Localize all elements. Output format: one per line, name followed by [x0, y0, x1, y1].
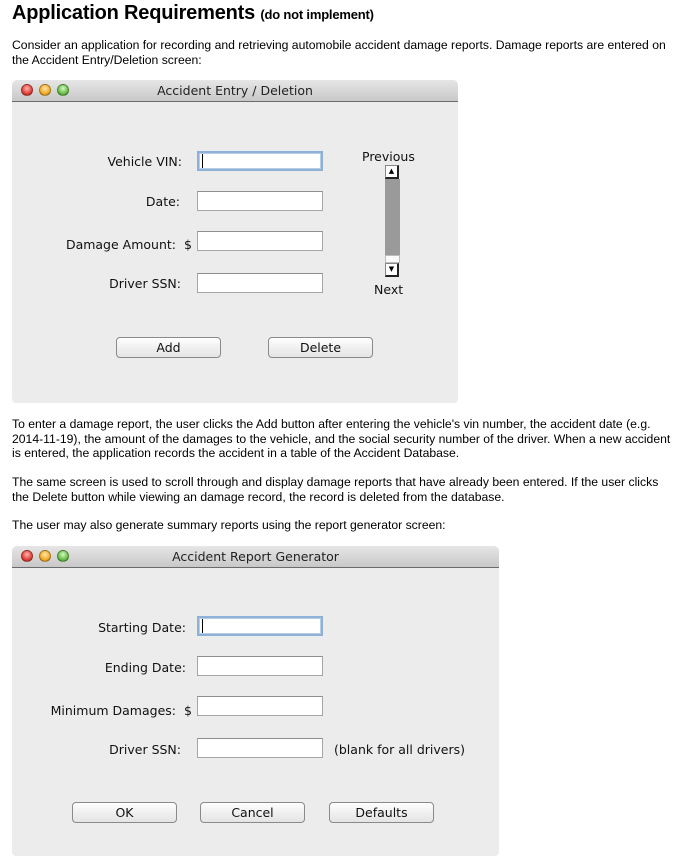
minimum-damages-label: Minimum Damages:: [50, 703, 176, 718]
minimize-icon[interactable]: [39, 550, 51, 562]
scroll-thumb[interactable]: [385, 179, 400, 255]
ending-date-input[interactable]: [197, 656, 323, 676]
delete-button[interactable]: Delete: [268, 337, 373, 358]
scroll-up-arrow-icon[interactable]: ▲: [385, 165, 399, 179]
add-button[interactable]: Add: [116, 337, 221, 358]
delete-description-paragraph: The same screen is used to scroll throug…: [12, 475, 659, 504]
damage-amount-input[interactable]: [197, 231, 323, 251]
driver-ssn-hint: (blank for all drivers): [334, 742, 465, 757]
vin-input[interactable]: [197, 151, 323, 171]
report-driver-ssn-input[interactable]: [197, 738, 323, 758]
damage-amount-label: Damage Amount:: [65, 237, 176, 252]
minimize-icon[interactable]: [39, 84, 51, 96]
cancel-button[interactable]: Cancel: [200, 802, 305, 823]
close-icon[interactable]: [21, 550, 33, 562]
report-driver-ssn-label: Driver SSN:: [109, 742, 181, 757]
text-caret: [202, 619, 203, 633]
record-scrollbar[interactable]: ▲ ▼: [385, 165, 400, 281]
scroll-down-arrow-icon[interactable]: ▼: [385, 263, 399, 277]
window-controls: [21, 84, 69, 96]
starting-date-label: Starting Date:: [98, 620, 186, 635]
entry-window-title: Accident Entry / Deletion: [157, 83, 313, 98]
window-controls: [21, 550, 69, 562]
text-caret: [202, 154, 203, 168]
heading-title: Application Requirements: [12, 2, 256, 24]
report-window-titlebar[interactable]: Accident Report Generator: [12, 546, 499, 568]
scroll-track[interactable]: [385, 255, 400, 263]
ending-date-label: Ending Date:: [104, 660, 186, 675]
ok-button[interactable]: OK: [72, 802, 177, 823]
date-input[interactable]: [197, 191, 323, 211]
report-description-paragraph: The user may also generate summary repor…: [12, 518, 446, 532]
page-heading: Application Requirements (do not impleme…: [12, 2, 374, 25]
intro-paragraph: Consider an application for recording an…: [12, 38, 666, 67]
next-label: Next: [374, 282, 404, 297]
accident-entry-window: Accident Entry / Deletion Vehicle VIN: D…: [12, 80, 458, 403]
add-description-paragraph: To enter a damage report, the user click…: [12, 417, 671, 460]
minimum-damages-input[interactable]: [197, 696, 323, 716]
date-label: Date:: [145, 194, 180, 209]
vin-label: Vehicle VIN:: [107, 154, 182, 169]
driver-ssn-label: Driver SSN:: [109, 276, 181, 291]
close-icon[interactable]: [21, 84, 33, 96]
entry-window-titlebar[interactable]: Accident Entry / Deletion: [12, 80, 458, 102]
report-generator-window: Accident Report Generator Starting Date:…: [12, 546, 499, 856]
minimum-damages-currency: $: [184, 703, 192, 718]
zoom-icon[interactable]: [57, 550, 69, 562]
previous-label: Previous: [362, 149, 415, 164]
heading-note: (do not implement): [260, 7, 374, 22]
driver-ssn-input[interactable]: [197, 273, 323, 293]
zoom-icon[interactable]: [57, 84, 69, 96]
starting-date-input[interactable]: [197, 616, 323, 636]
report-window-title: Accident Report Generator: [172, 549, 339, 564]
damage-amount-currency: $: [184, 237, 192, 252]
defaults-button[interactable]: Defaults: [329, 802, 434, 823]
